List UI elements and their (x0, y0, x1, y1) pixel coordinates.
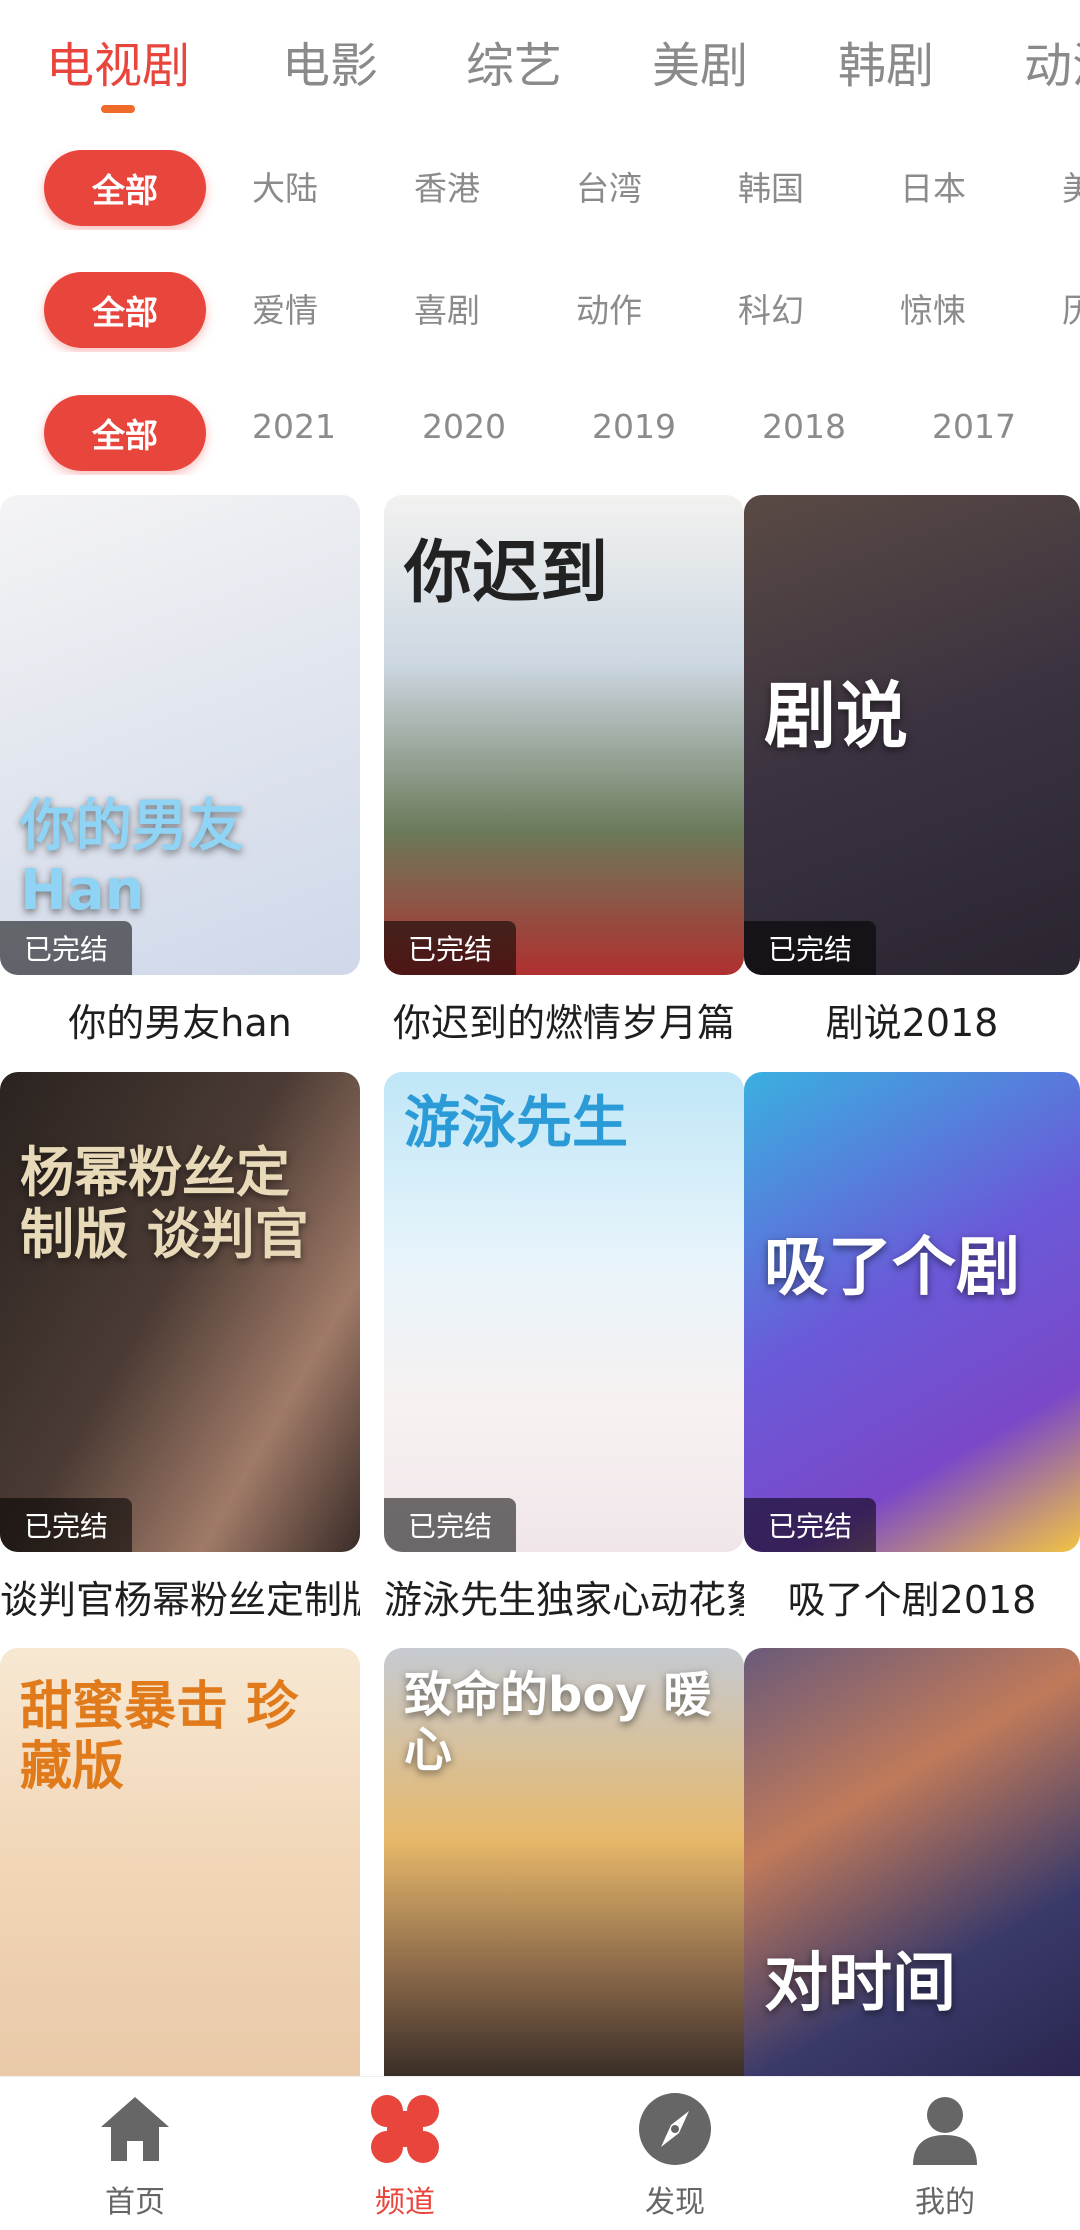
year-chip[interactable]: 2019 (592, 407, 676, 446)
region-chip[interactable]: 日本 (900, 162, 966, 210)
tab-anime[interactable]: 动漫 (1024, 26, 1080, 96)
region-chip[interactable]: 香港 (414, 162, 480, 210)
nav-mine[interactable]: 我的 (875, 2089, 1015, 2221)
show-poster[interactable]: 吸了个剧 已完结 (744, 1072, 1080, 1552)
home-icon (101, 2097, 169, 2161)
year-all-chip[interactable]: 全部 (44, 395, 206, 471)
genre-chip[interactable]: 动作 (576, 284, 642, 332)
show-poster[interactable]: 游泳先生 已完结 (384, 1072, 744, 1552)
show-poster[interactable]: 致命的boy 暖心 (384, 1648, 744, 2076)
status-badge: 已完结 (744, 1498, 877, 1552)
region-all-chip[interactable]: 全部 (44, 150, 206, 226)
poster-title-art: 你的男友 Han (20, 794, 244, 924)
poster-title-art: 你迟到 (404, 534, 609, 613)
region-chip[interactable]: 大陆 (252, 162, 318, 210)
status-badge: 已完结 (0, 1498, 133, 1552)
poster-title-art: 甜蜜暴击 珍藏版 (20, 1677, 299, 1797)
show-title[interactable]: 剧说2018 (744, 992, 1080, 1046)
year-chip[interactable]: 2017 (932, 407, 1016, 446)
status-badge: 已完结 (384, 921, 517, 975)
show-poster[interactable]: 你的男友 Han 已完结 (0, 495, 360, 975)
status-badge: 已完结 (744, 921, 877, 975)
region-chip[interactable]: 韩国 (738, 162, 804, 210)
genre-chip[interactable]: 历史 (1062, 284, 1080, 332)
show-poster[interactable]: 对时间 (744, 1648, 1080, 2076)
user-icon (913, 2097, 977, 2165)
show-poster[interactable]: 杨幂粉丝定制版 谈判官 已完结 (0, 1072, 360, 1552)
year-chip[interactable]: 2020 (422, 407, 506, 446)
tab-us-drama[interactable]: 美剧 (652, 26, 748, 96)
active-tab-indicator (101, 105, 135, 113)
show-title[interactable]: 游泳先生独家心动花絮 (384, 1569, 744, 1623)
region-chip[interactable]: 美国 (1062, 162, 1080, 210)
nav-discover[interactable]: 发现 (605, 2089, 745, 2221)
poster-title-art: 游泳先生 (404, 1091, 628, 1156)
year-filter-row: 全部 2021 2020 2019 2018 2017 (0, 395, 1080, 475)
show-title[interactable]: 吸了个剧2018 (744, 1569, 1080, 1623)
poster-title-art: 杨幂粉丝定制版 谈判官 (20, 1141, 309, 1267)
tab-tv-series[interactable]: 电视剧 (46, 26, 190, 96)
nav-home[interactable]: 首页 (65, 2089, 205, 2221)
channel-tabs: 电视剧 电影 综艺 美剧 韩剧 动漫 (0, 0, 1080, 120)
status-badge: 已完结 (0, 921, 133, 975)
year-chip[interactable]: 2018 (762, 407, 846, 446)
show-poster[interactable]: 剧说 已完结 (744, 495, 1080, 975)
clover-icon (371, 2095, 439, 2163)
year-chip[interactable]: 2021 (252, 407, 336, 446)
nav-home-label: 首页 (105, 2185, 165, 2220)
nav-channel-label: 频道 (375, 2185, 435, 2220)
poster-title-art: 对时间 (764, 1947, 956, 2021)
genre-chip[interactable]: 科幻 (738, 284, 804, 332)
compass-icon (639, 2093, 711, 2165)
show-title[interactable]: 你迟到的燃情岁月篇 (384, 992, 744, 1046)
nav-discover-label: 发现 (645, 2185, 705, 2220)
poster-title-art: 致命的boy 暖心 (404, 1667, 712, 1779)
show-poster[interactable]: 你迟到 已完结 (384, 495, 744, 975)
show-title[interactable]: 你的男友han (0, 992, 360, 1046)
show-title[interactable]: 谈判官杨幂粉丝定制版 (0, 1569, 360, 1623)
tab-k-drama[interactable]: 韩剧 (838, 26, 934, 96)
bottom-navigation: 首页 频道 发现 我的 (0, 2076, 1080, 2230)
status-badge: 已完结 (384, 1498, 517, 1552)
show-poster[interactable]: 甜蜜暴击 珍藏版 (0, 1648, 360, 2076)
genre-chip[interactable]: 惊悚 (900, 284, 966, 332)
nav-mine-label: 我的 (915, 2185, 975, 2220)
tab-movies[interactable]: 电影 (282, 26, 378, 96)
genre-chip[interactable]: 喜剧 (414, 284, 480, 332)
genre-filter-row: 全部 爱情 喜剧 动作 科幻 惊悚 历史 (0, 272, 1080, 352)
nav-channel[interactable]: 频道 (335, 2089, 475, 2221)
genre-chip[interactable]: 爱情 (252, 284, 318, 332)
poster-title-art: 吸了个剧 (764, 1231, 1020, 1305)
tab-variety[interactable]: 综艺 (466, 26, 562, 96)
region-filter-row: 全部 大陆 香港 台湾 韩国 日本 美国 (0, 150, 1080, 230)
region-chip[interactable]: 台湾 (576, 162, 642, 210)
genre-all-chip[interactable]: 全部 (44, 272, 206, 348)
poster-title-art: 剧说 (764, 674, 909, 758)
